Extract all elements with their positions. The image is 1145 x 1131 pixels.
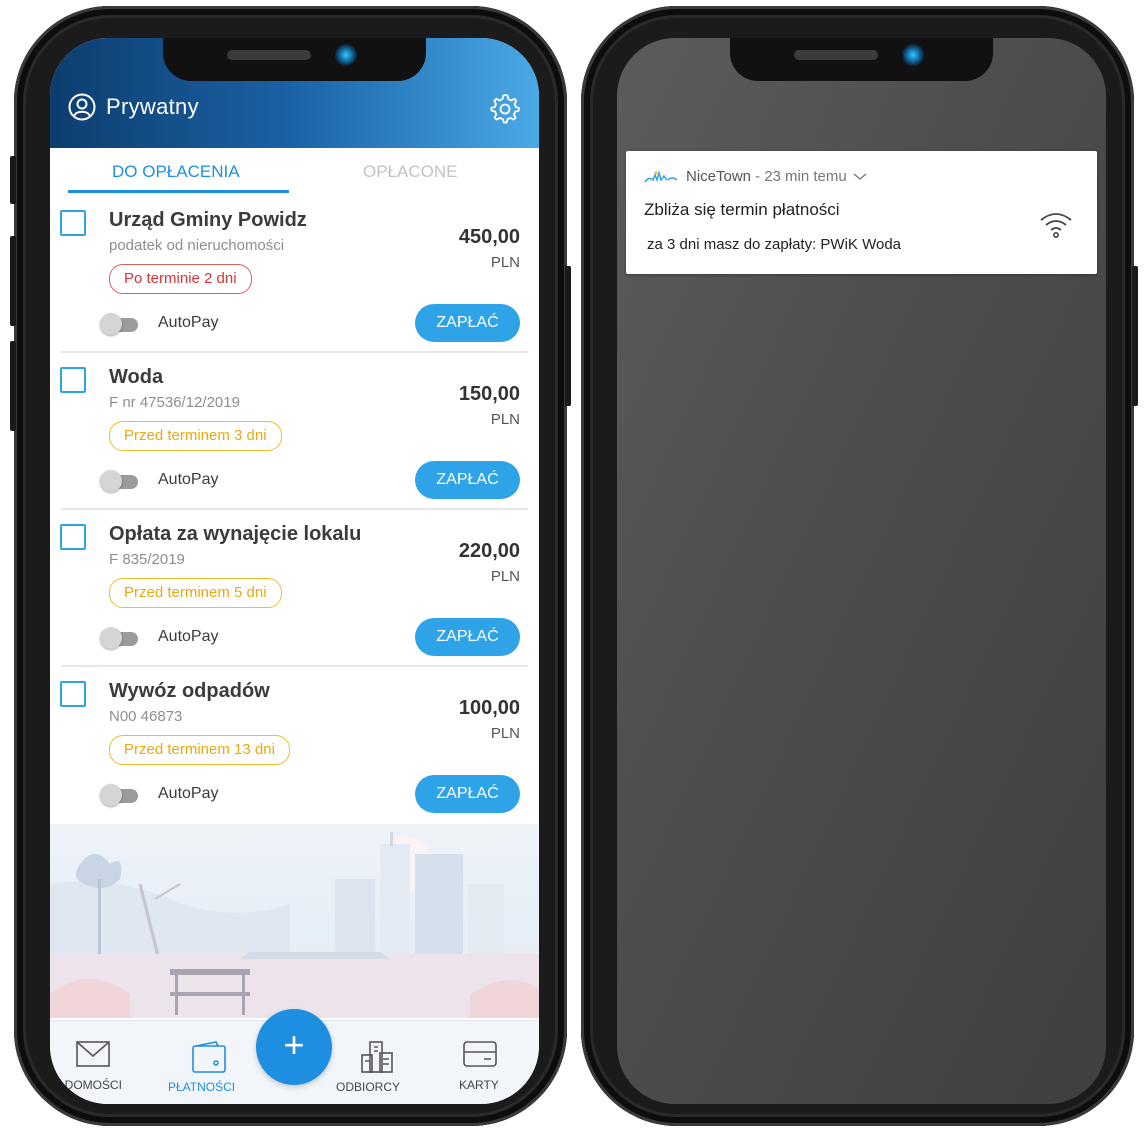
side-button	[10, 156, 16, 204]
due-status-badge: Przed terminem 5 dni	[109, 578, 282, 608]
camera-icon	[335, 44, 357, 66]
bill-subtitle: podatek od nieruchomości	[109, 237, 285, 254]
due-status-badge: Przed terminem 13 dni	[109, 735, 290, 765]
due-status-badge: Przed terminem 3 dni	[109, 421, 282, 451]
wifi-icon	[1040, 213, 1072, 238]
profile-name: Prywatny	[106, 94, 199, 119]
nav-platnosci[interactable]: PŁATNOŚCI	[168, 1041, 235, 1094]
bill-subtitle: F nr 47536/12/2019	[109, 394, 240, 411]
bill-amount: 450,00	[458, 226, 520, 248]
wallet-icon	[191, 1041, 226, 1073]
profile-switcher[interactable]: Prywatny	[68, 93, 199, 121]
bill-item: Urząd Gminy Powidz podatek od nieruchomo…	[50, 196, 539, 353]
bill-title: Urząd Gminy Powidz	[109, 209, 307, 231]
nav-label: PŁATNOŚCI	[168, 1080, 236, 1094]
bill-amount: 150,00	[458, 383, 520, 405]
pay-button[interactable]: ZAPŁAĆ	[415, 618, 520, 656]
nav-karty[interactable]: KARTY	[459, 1041, 499, 1092]
nav-label: ODBIORCY	[336, 1080, 401, 1094]
nav-odbiorcy[interactable]: ODBIORCY	[336, 1041, 400, 1094]
lock-screen: NiceTown - 23 min temu Zbliża się termin…	[617, 38, 1106, 1104]
tab-oplacone[interactable]: OPŁACONE	[363, 162, 457, 182]
add-button[interactable]: +	[256, 1009, 332, 1085]
bill-subtitle: F 835/2019	[109, 551, 185, 568]
buildings-icon	[361, 1041, 393, 1073]
nav-label: WIADOMOŚCI	[50, 1078, 122, 1092]
power-button	[1132, 266, 1138, 406]
app-name: NiceTown	[686, 168, 752, 185]
bill-title: Wywóz odpadów	[109, 680, 270, 702]
bill-currency: PLN	[490, 568, 520, 585]
bill-title: Opłata za wynajęcie lokalu	[109, 523, 362, 545]
volume-up-button	[10, 236, 16, 326]
bill-currency: PLN	[490, 411, 520, 428]
city-illustration	[50, 824, 539, 1018]
bill-amount: 220,00	[458, 540, 520, 562]
bill-item: Opłata za wynajęcie lokalu F 835/2019 Pr…	[50, 510, 539, 667]
push-notification[interactable]: NiceTown - 23 min temu Zbliża się termin…	[626, 151, 1097, 274]
app-screen: Prywatny DO OPŁACENIA OPŁACONE Urząd Gmi…	[50, 38, 539, 1104]
gear-icon[interactable]	[489, 92, 521, 124]
bill-list: Urząd Gminy Powidz podatek od nieruchomo…	[50, 196, 539, 824]
autopay-label: AutoPay	[158, 471, 219, 488]
due-status-badge: Po terminie 2 dni	[109, 264, 252, 294]
bill-subtitle: N00 46873	[109, 708, 183, 725]
card-icon	[463, 1041, 498, 1067]
autopay-label: AutoPay	[158, 628, 219, 645]
autopay-toggle[interactable]	[100, 627, 138, 649]
pay-button[interactable]: ZAPŁAĆ	[415, 775, 520, 813]
autopay-toggle[interactable]	[100, 784, 138, 806]
bottom-navigation: WIADOMOŚCI PŁATNOŚCI + ODBIORCY KARTY	[50, 1009, 539, 1104]
bill-item: Woda F nr 47536/12/2019 Przed terminem 3…	[50, 353, 539, 510]
notch	[163, 38, 426, 81]
autopay-label: AutoPay	[158, 314, 219, 331]
nicetown-logo-icon	[644, 169, 678, 182]
bill-checkbox[interactable]	[60, 524, 86, 550]
chevron-down-icon[interactable]	[853, 172, 867, 181]
envelope-icon	[76, 1041, 110, 1067]
notification-title: Zbliża się termin płatności	[644, 200, 840, 219]
power-button	[565, 266, 571, 406]
nav-label: KARTY	[459, 1078, 499, 1092]
bill-amount: 100,00	[458, 697, 520, 719]
bill-title: Woda	[109, 366, 164, 388]
active-tab-indicator	[68, 190, 289, 193]
phone-frame-left: Prywatny DO OPŁACENIA OPŁACONE Urząd Gmi…	[10, 6, 571, 1126]
autopay-label: AutoPay	[158, 785, 219, 802]
tab-do-oplacenia[interactable]: DO OPŁACENIA	[112, 162, 240, 182]
camera-icon	[902, 44, 924, 66]
notch	[730, 38, 993, 81]
autopay-toggle[interactable]	[100, 313, 138, 335]
pay-button[interactable]: ZAPŁAĆ	[415, 461, 520, 499]
tab-bar: DO OPŁACENIA OPŁACONE	[50, 148, 539, 196]
volume-down-button	[10, 341, 16, 431]
notification-header: NiceTown - 23 min temu	[644, 168, 867, 185]
bill-checkbox[interactable]	[60, 681, 86, 707]
notification-time: - 23 min temu	[755, 168, 847, 185]
bill-currency: PLN	[490, 725, 520, 742]
autopay-toggle[interactable]	[100, 470, 138, 492]
user-icon	[68, 93, 96, 121]
bill-item: Wywóz odpadów N00 46873 Przed terminem 1…	[50, 667, 539, 824]
nav-wiadomosci[interactable]: WIADOMOŚCI	[50, 1041, 122, 1092]
notification-body: za 3 dni masz do zapłaty: PWiK Woda	[647, 236, 902, 253]
bill-checkbox[interactable]	[60, 367, 86, 393]
phone-frame-right: NiceTown - 23 min temu Zbliża się termin…	[581, 6, 1138, 1126]
bill-checkbox[interactable]	[60, 210, 86, 236]
bill-currency: PLN	[490, 254, 520, 271]
pay-button[interactable]: ZAPŁAĆ	[415, 304, 520, 342]
